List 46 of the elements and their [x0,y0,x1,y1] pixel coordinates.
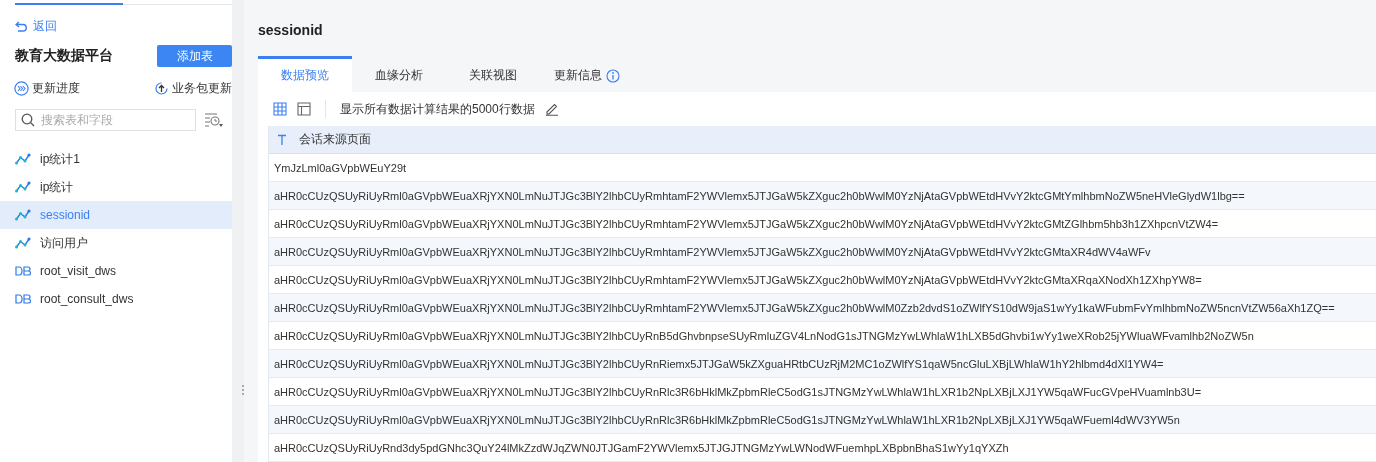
table-list-item[interactable]: root_consult_dws [0,285,232,313]
line-chart-icon [15,209,31,221]
table-cell: aHR0cCUzQSUyRiUyRnd3dy5pdGNhc3QuY24lMkZzdWJqZWN0JTJGamF2YWVlemx5JTJGJTNGMzYwLWNodWFuemhpLXBpbnBhaS1wYy1qYXZh [274,441,1009,454]
filter-history-icon[interactable] [204,112,224,128]
table-list-item[interactable]: root_visit_dws [0,257,232,285]
back-link[interactable]: 返回 [15,18,57,34]
table-cell: YmJzLml0aGVpbWEuY29t [274,161,407,174]
line-chart-icon [15,153,31,165]
text-type-icon [277,133,287,146]
update-package-link[interactable]: 业务包更新 [154,79,232,97]
line-chart-icon [15,181,31,193]
back-icon [15,20,28,32]
upload-icon [154,80,169,96]
update-progress-link[interactable]: 更新进度 [14,79,80,97]
database-icon [15,266,31,276]
resize-handle[interactable] [241,384,245,396]
table-cell: aHR0cCUzQSUyRiUyRml0aGVpbWEuaXRjYXN0LmNuJTJGc3BlY2lhbCUyRnRlc3R6bHklMkZpbmRleC5odG1sJTNGMzYwLWhlaW1hLXR1b2NpLXBjLXJ1YW5qaWFucGVpeHVuamlnb3U= [274,385,1202,398]
table-cell: aHR0cCUzQSUyRiUyRml0aGVpbWEuaXRjYXN0LmNuJTJGc3BlY2lhbCUyRmhtamF2YWVlemx5JTJGaW5kZXguc2h0bWwlM0YzNjAtaGVpbWEtdHVvY2ktcGMtZGlhbm5hb3h1ZXhpcnVtZW4= [274,217,1219,230]
table-cell: aHR0cCUzQSUyRiUyRml0aGVpbWEuaXRjYXN0LmNuJTJGc3BlY2lhbCUyRmhtamF2YWVlemx5JTJGaW5kZXguc2h0bWwlM0Zzb2dvdS1oZWlfYS10dW9jaS1wYy1kaWFubmFvYmlhbmNoZW5ncnVtZW56aXh1ZQ== [274,301,1335,314]
line-chart-icon [15,237,31,249]
column-header[interactable]: 会话来源页面 [269,126,371,153]
add-table-button[interactable]: 添加表 [157,45,232,67]
table-cell: aHR0cCUzQSUyRiUyRml0aGVpbWEuaXRjYXN0LmNuJTJGc3BlY2lhbCUyRmhtamF2YWVlemx5JTJGaW5kZXguc2h0bWwlM0YzNjAtaGVpbWEtdHVvY2ktcGMtYmlhbmNoZW5neHVleGlydW1lbg== [274,189,1245,202]
tab[interactable]: 血缘分析 [352,56,446,92]
platform-title: 教育大数据平台 [15,47,113,65]
table-list-item[interactable]: ip统计 [0,173,232,201]
grid-view-icon[interactable] [273,102,287,116]
progress-icon [14,80,29,96]
panel-view-icon[interactable] [297,102,311,116]
table-cell: aHR0cCUzQSUyRiUyRml0aGVpbWEuaXRjYXN0LmNuJTJGc3BlY2lhbCUyRnRlc3R6bHklMkZpbmRleC5odG1sJTNGMzYwLWhlaW1hLXR1b2NpLXBjLXJ1YW5qaWFueml4dWV3YW5n [274,413,1180,426]
row-limit-note: 显示所有数据计算结果的5000行数据 [340,100,535,118]
tab[interactable]: 关联视图 [446,56,540,92]
search-field[interactable]: 搜索表和字段 [15,109,196,131]
table-title: sessionid [257,21,324,40]
database-icon [15,294,31,304]
tab[interactable]: 更新信息 [540,56,634,92]
table-cell: aHR0cCUzQSUyRiUyRml0aGVpbWEuaXRjYXN0LmNuJTJGc3BlY2lhbCUyRmhtamF2YWVlemx5JTJGaW5kZXguc2h0bWwlM0YzNjAtaGVpbWEtdHVvY2ktcGMtaXR4dWV4aWFv [274,245,1151,258]
table-cell: aHR0cCUzQSUyRiUyRml0aGVpbWEuaXRjYXN0LmNuJTJGc3BlY2lhbCUyRnB5dGhvbnpseSUyRmluZGV4LnNodG1sJTNGMzYwLWhlaW1hLXB5dGhvbi1wYy1weXRob25jYWluaWFvamlhb2NoZW5n [274,329,1254,342]
tab[interactable]: 数据预览 [258,56,352,92]
table-list-item[interactable]: 访问用户 [0,229,232,257]
table-list-item[interactable]: ip统计1 [0,145,232,173]
search-icon [21,113,35,127]
info-icon [606,68,620,83]
table-cell: aHR0cCUzQSUyRiUyRml0aGVpbWEuaXRjYXN0LmNuJTJGc3BlY2lhbCUyRnRiemx5JTJGaW5kZXguaHRtbCUzRjM2MC1oZWlfYS1qaW5ncGluLXBjLWhlaW1hY2hlbmd4dXl1YW4= [274,357,1164,370]
edit-icon[interactable] [544,102,559,116]
table-cell: aHR0cCUzQSUyRiUyRml0aGVpbWEuaXRjYXN0LmNuJTJGc3BlY2lhbCUyRmhtamF2YWVlemx5JTJGaW5kZXguc2h0bWwlM0YzNjAtaGVpbWEtdHVvY2ktcGMtaXRqaXNodXh1ZXhpYW8= [274,273,1202,286]
